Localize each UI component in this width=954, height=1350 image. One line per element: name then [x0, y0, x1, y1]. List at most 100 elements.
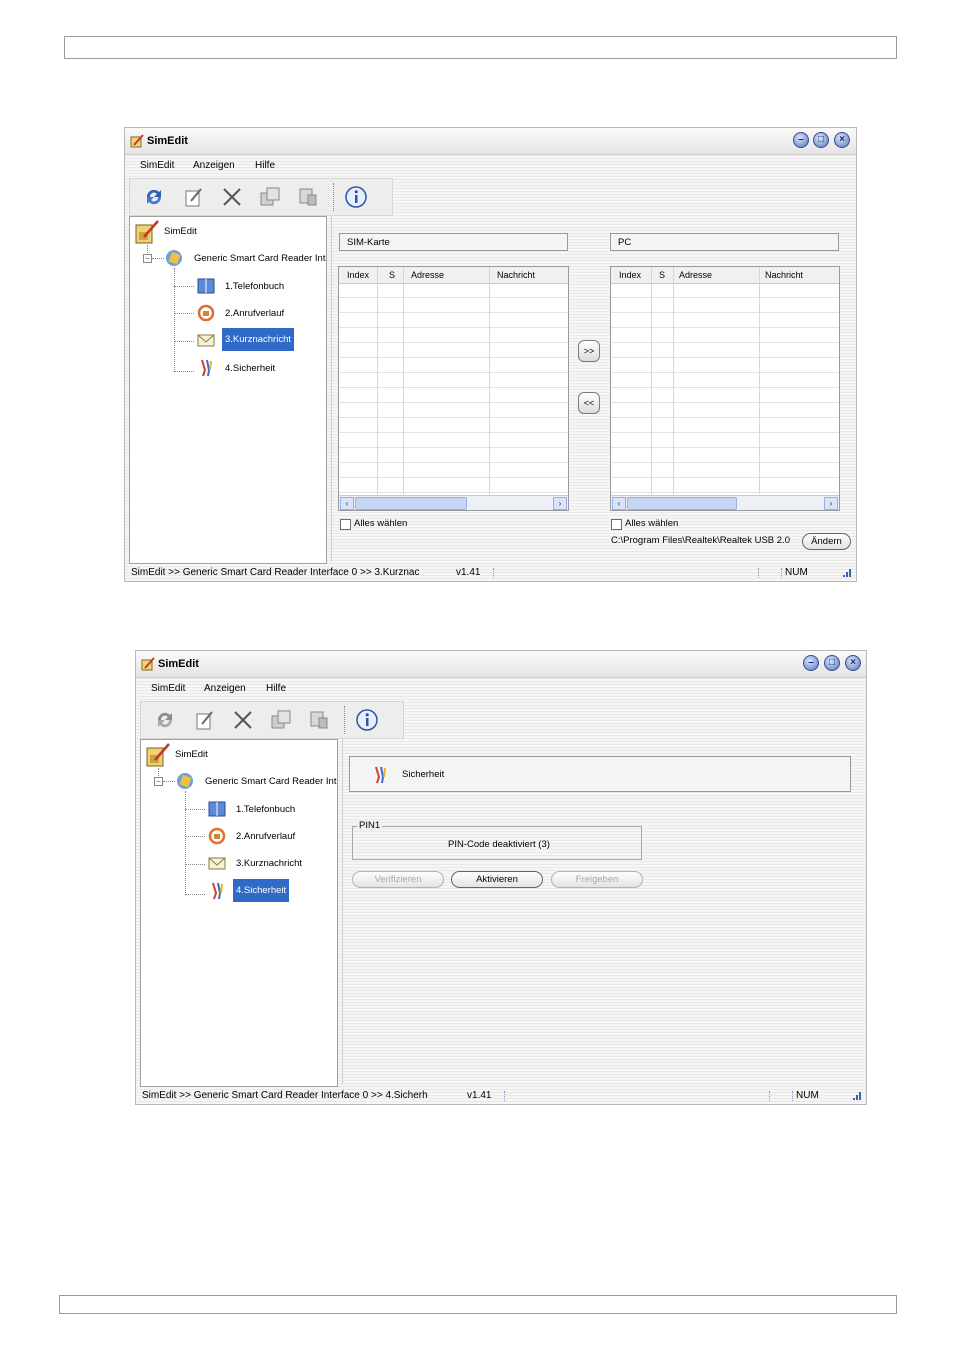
- close-button[interactable]: ×: [834, 132, 850, 148]
- title-bar: SimEdit – □ ×: [136, 651, 866, 678]
- menu-hilfe[interactable]: Hilfe: [266, 683, 286, 694]
- maximize-button[interactable]: □: [813, 132, 829, 148]
- copy-to-pc-button[interactable]: >>: [578, 340, 600, 362]
- col-adresse[interactable]: Adresse: [679, 270, 712, 280]
- maximize-button[interactable]: □: [824, 655, 840, 671]
- status-bar: SimEdit >> Generic Smart Card Reader Int…: [125, 565, 856, 581]
- copy-to-sim-button[interactable]: <<: [578, 392, 600, 414]
- menu-hilfe[interactable]: Hilfe: [255, 160, 275, 171]
- table-header: Index S Adresse Nachricht: [339, 267, 568, 284]
- minimize-button[interactable]: –: [793, 132, 809, 148]
- tree-panel: SimEdit – Generic Smart Card Reader Int …: [129, 216, 327, 564]
- tree-item-kurznachricht[interactable]: 3.Kurznachricht: [222, 328, 295, 351]
- sim-message-table[interactable]: Index S Adresse Nachricht ‹ ›: [338, 266, 569, 511]
- select-all-sim-checkbox[interactable]: [340, 519, 351, 530]
- toolbar: [140, 701, 404, 739]
- page-header-frame: [64, 36, 897, 59]
- paste-icon[interactable]: [307, 708, 331, 732]
- tree-root-simedit[interactable]: SimEdit: [162, 224, 199, 239]
- menu-simedit[interactable]: SimEdit: [140, 160, 174, 171]
- copy-icon[interactable]: [269, 708, 293, 732]
- toolbar-separator: [344, 706, 345, 734]
- paste-icon[interactable]: [296, 185, 320, 209]
- col-index[interactable]: Index: [619, 270, 641, 280]
- column-divider: [673, 267, 674, 494]
- delete-icon[interactable]: [231, 708, 255, 732]
- refresh-icon[interactable]: [153, 708, 177, 732]
- menu-anzeigen[interactable]: Anzeigen: [204, 683, 246, 694]
- scroll-right-icon[interactable]: ›: [553, 497, 567, 510]
- tree-item-telefonbuch[interactable]: 1.Telefonbuch: [223, 279, 286, 294]
- scroll-left-icon[interactable]: ‹: [612, 497, 626, 510]
- resize-grip-icon[interactable]: [842, 568, 852, 578]
- resize-grip-icon[interactable]: [852, 1091, 862, 1101]
- tree-item-sicherheit[interactable]: 4.Sicherheit: [223, 361, 277, 376]
- pc-message-table[interactable]: Index S Adresse Nachricht ‹ ›: [610, 266, 840, 511]
- simedit-window-messages: SimEdit – □ × SimEdit Anzeigen Hilfe Sim…: [124, 127, 857, 582]
- status-bar: SimEdit >> Generic Smart Card Reader Int…: [136, 1088, 866, 1104]
- window-title: SimEdit: [158, 658, 199, 670]
- horizontal-scrollbar[interactable]: ‹ ›: [611, 495, 839, 510]
- scroll-left-icon[interactable]: ‹: [340, 497, 354, 510]
- verify-button[interactable]: Verifizieren: [352, 871, 444, 888]
- col-nachricht[interactable]: Nachricht: [497, 270, 535, 280]
- tree-connector: [174, 313, 194, 314]
- toolbar-separator: [333, 183, 334, 211]
- tree-item-anrufverlauf[interactable]: 2.Anrufverlauf: [223, 306, 286, 321]
- tree-connector: [174, 286, 194, 287]
- call-history-icon: [197, 304, 215, 322]
- security-key-icon: [375, 766, 386, 784]
- activate-button[interactable]: Aktivieren: [451, 871, 543, 888]
- menu-simedit[interactable]: SimEdit: [151, 683, 185, 694]
- tree-connector: [185, 864, 205, 865]
- close-icon: ×: [850, 657, 856, 668]
- tree-reader[interactable]: Generic Smart Card Reader Int: [203, 774, 338, 789]
- col-nachricht[interactable]: Nachricht: [765, 270, 803, 280]
- tree-item-anrufverlauf[interactable]: 2.Anrufverlauf: [234, 829, 297, 844]
- delete-icon[interactable]: [220, 185, 244, 209]
- table-rows: [339, 283, 568, 494]
- sim-card-icon: [146, 743, 170, 767]
- info-icon[interactable]: [355, 708, 379, 732]
- minimize-button[interactable]: –: [803, 655, 819, 671]
- release-button[interactable]: Freigeben: [551, 871, 643, 888]
- column-divider: [489, 267, 490, 494]
- edit-icon[interactable]: [182, 185, 206, 209]
- tree-connector: [174, 371, 194, 372]
- tree-panel: SimEdit – Generic Smart Card Reader Int …: [140, 739, 338, 1087]
- status-path: SimEdit >> Generic Smart Card Reader Int…: [142, 1090, 428, 1101]
- scroll-thumb[interactable]: [355, 497, 467, 510]
- tree-connector: [185, 791, 186, 895]
- copy-icon[interactable]: [258, 185, 282, 209]
- minimize-icon: –: [808, 657, 814, 668]
- col-s[interactable]: S: [389, 270, 395, 280]
- scroll-thumb[interactable]: [627, 497, 737, 510]
- security-header-label: Sicherheit: [402, 769, 445, 780]
- select-all-pc-checkbox[interactable]: [611, 519, 622, 530]
- sim-card-header: SIM-Karte: [339, 233, 568, 251]
- col-s[interactable]: S: [659, 270, 665, 280]
- edit-icon[interactable]: [193, 708, 217, 732]
- status-separator: [781, 568, 782, 578]
- pin1-group: PIN1 PIN-Code deaktiviert (3): [352, 820, 642, 860]
- tree-root-simedit[interactable]: SimEdit: [173, 747, 210, 762]
- info-icon[interactable]: [344, 185, 368, 209]
- tree-item-telefonbuch[interactable]: 1.Telefonbuch: [234, 802, 297, 817]
- col-adresse[interactable]: Adresse: [411, 270, 444, 280]
- tree-item-kurznachricht[interactable]: 3.Kurznachricht: [234, 856, 304, 871]
- col-index[interactable]: Index: [347, 270, 369, 280]
- refresh-icon[interactable]: [142, 185, 166, 209]
- page-footer-frame: [59, 1295, 897, 1314]
- pin1-legend: PIN1: [357, 820, 383, 831]
- collapse-icon[interactable]: –: [143, 254, 152, 263]
- tree-item-sicherheit[interactable]: 4.Sicherheit: [233, 879, 290, 902]
- pc-header: PC: [610, 233, 839, 251]
- tree-reader[interactable]: Generic Smart Card Reader Int: [192, 251, 327, 266]
- change-path-button[interactable]: Ändern: [802, 533, 851, 550]
- horizontal-scrollbar[interactable]: ‹ ›: [339, 495, 568, 510]
- menu-anzeigen[interactable]: Anzeigen: [193, 160, 235, 171]
- tree-connector: [174, 268, 175, 372]
- collapse-icon[interactable]: –: [154, 777, 163, 786]
- close-button[interactable]: ×: [845, 655, 861, 671]
- scroll-right-icon[interactable]: ›: [824, 497, 838, 510]
